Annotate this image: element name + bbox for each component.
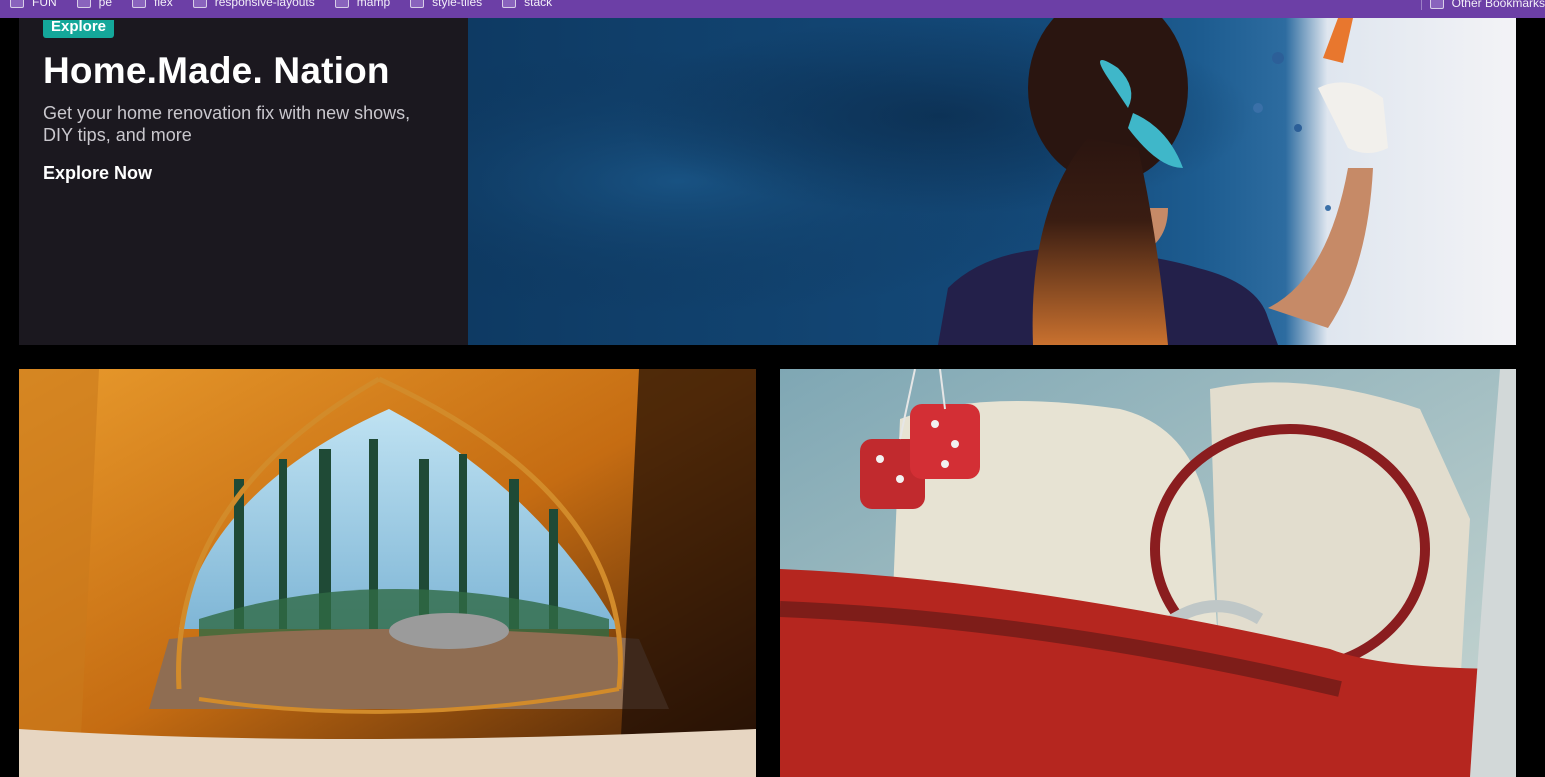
folder-icon [410, 0, 425, 8]
bookmark-mamp[interactable]: mamp [334, 0, 390, 9]
bookmark-flex[interactable]: flex [132, 0, 173, 9]
vintage-car-interior-fuzzy-dice-image [780, 369, 1516, 777]
folder-icon [76, 0, 91, 8]
bookmark-fun[interactable]: FUN [10, 0, 57, 9]
explore-now-link[interactable]: Explore Now [43, 163, 152, 184]
car-card[interactable] [780, 369, 1516, 777]
folder-icon [192, 0, 207, 8]
bookmark-other[interactable]: Other Bookmarks [1429, 0, 1545, 10]
hero-title: Home.Made. Nation [43, 50, 390, 91]
bookmark-style-tiles[interactable]: style-tiles [410, 0, 482, 9]
tent-view-forest-image [19, 369, 756, 777]
bookmark-pe[interactable]: pe [76, 0, 112, 9]
bookmark-responsive-layouts[interactable]: responsive-layouts [192, 0, 315, 9]
hero-image[interactable] [468, 18, 1516, 345]
folder-icon [1429, 0, 1444, 9]
bookmarks-separator [1420, 0, 1422, 10]
woman-painting-wall-image [468, 18, 1516, 345]
folder-icon [334, 0, 349, 8]
hero-description: Get your home renovation fix with new sh… [43, 103, 411, 145]
page-scrollbar[interactable] [1539, 18, 1545, 777]
bookmarks-bar: FUN pe flex responsive-layouts mamp styl… [0, 0, 1545, 18]
tent-card[interactable] [19, 369, 756, 777]
folder-icon [502, 0, 517, 8]
folder-icon [10, 0, 24, 8]
bookmark-stack[interactable]: stack [502, 0, 552, 9]
hero-banner: Explore Home.Made. Nation Get your home … [19, 18, 1516, 345]
hero-text-panel: Explore Home.Made. Nation Get your home … [19, 18, 468, 345]
folder-icon [132, 0, 147, 8]
explore-badge: Explore [43, 19, 115, 38]
